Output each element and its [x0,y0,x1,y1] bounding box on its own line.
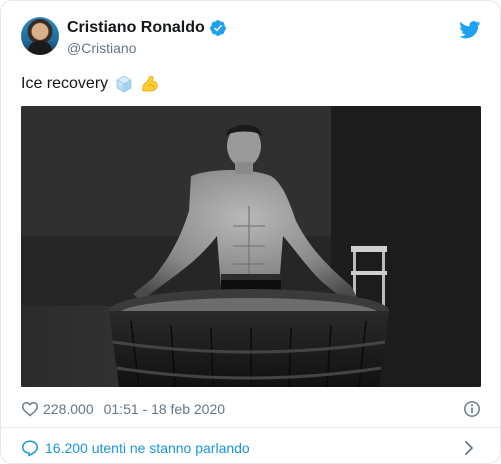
heart-icon[interactable] [21,401,39,417]
info-icon[interactable] [463,400,481,418]
twitter-bird-icon[interactable] [459,21,481,39]
author-name-row[interactable]: Cristiano Ronaldo [67,19,227,37]
display-name[interactable]: Cristiano Ronaldo [67,19,205,37]
tweet-photo[interactable] [21,106,481,387]
tweet-text: Ice recovery [21,75,109,92]
chevron-right-icon[interactable] [463,440,475,456]
divider [1,427,500,428]
ice-bath-photo [21,106,481,387]
conversation-label[interactable]: 16.200 utenti ne stanno parlando [45,440,250,456]
timestamp[interactable]: 01:51 - 18 feb 2020 [104,401,225,417]
ice-cube-icon [116,75,132,93]
avatar[interactable] [21,17,59,55]
verified-badge-icon [209,20,226,36]
conversation-link[interactable]: 16.200 utenti ne stanno parlando [21,437,481,459]
user-handle[interactable]: @Cristiano [67,40,136,56]
tweet-meta: 228.000 01:51 - 18 feb 2020 [21,399,481,419]
tweet-header: Cristiano Ronaldo @Cristiano [21,15,481,65]
speech-bubble-icon [22,440,38,457]
tweet-card[interactable]: Cristiano Ronaldo @Cristiano Ice recover… [0,0,501,464]
like-count[interactable]: 228.000 [43,401,94,417]
tweet-text-row: Ice recovery [21,74,160,94]
flexed-biceps-icon [142,76,158,92]
